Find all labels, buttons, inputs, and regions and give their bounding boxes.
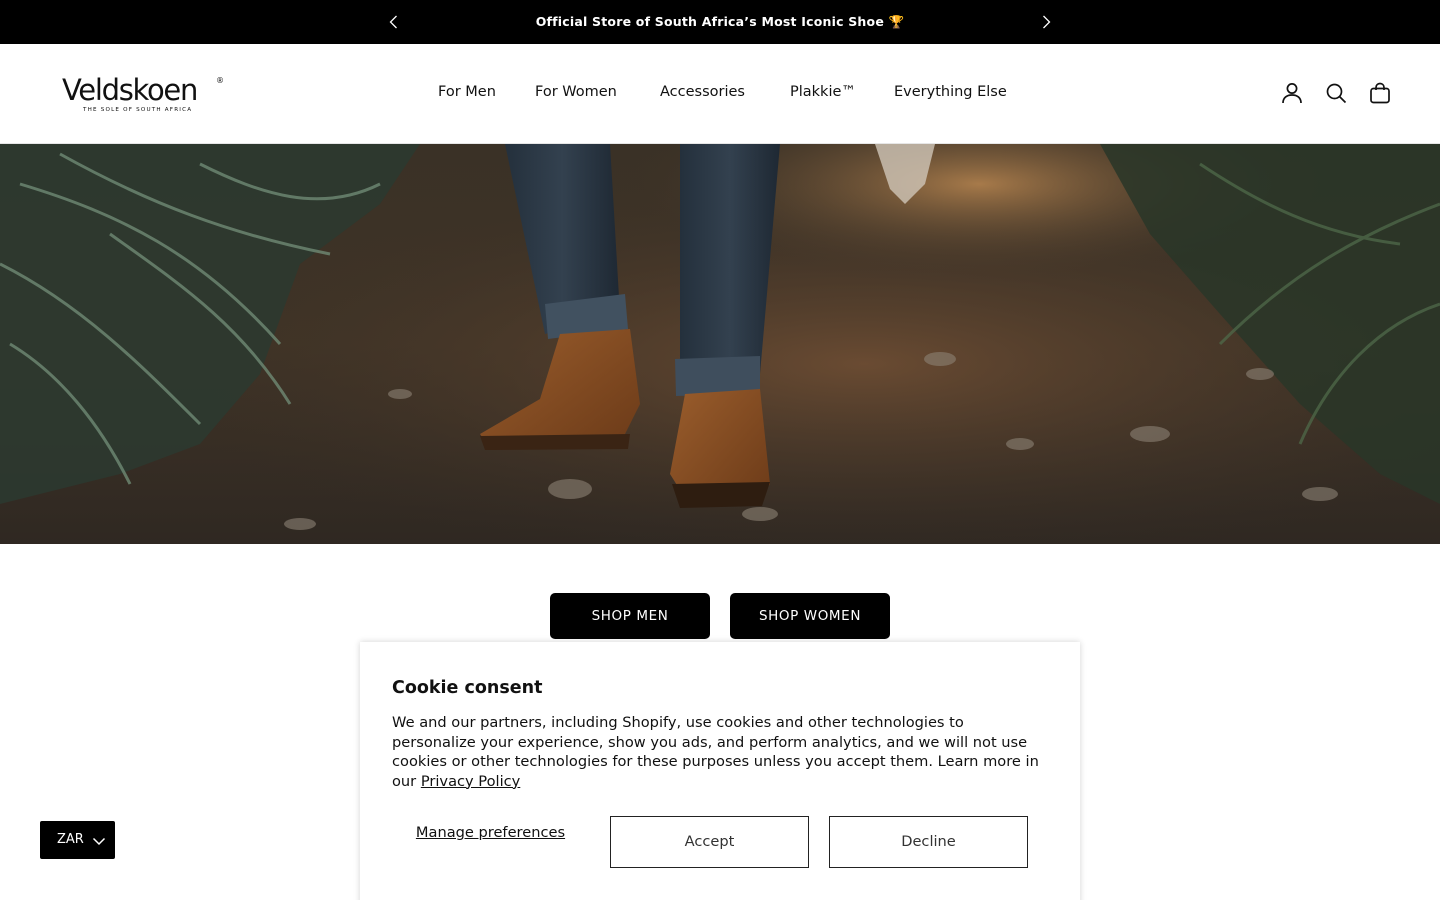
manage-preferences-link[interactable]: Manage preferences [392, 824, 589, 842]
currency-selector[interactable]: ZAR [40, 821, 115, 859]
cookie-title: Cookie consent [392, 678, 543, 698]
cookie-consent-dialog: Cookie consent We and our partners, incl… [360, 642, 1080, 900]
chevron-down-icon [92, 833, 106, 847]
chevron-right-icon[interactable] [1036, 12, 1056, 32]
account-icon[interactable] [1279, 80, 1305, 106]
accept-button[interactable]: Accept [610, 816, 809, 868]
nav-item-everything-else[interactable]: Everything Else [894, 84, 1007, 100]
nav-item-for-women[interactable]: For Women [535, 84, 617, 100]
shop-women-button[interactable]: SHOP WOMEN [730, 593, 890, 639]
announcement-text: Official Store of South Africa’s Most Ic… [535, 14, 905, 29]
currency-code: ZAR [57, 832, 84, 847]
announcement-bar: Official Store of South Africa’s Most Ic… [0, 0, 1440, 44]
nav-item-accessories[interactable]: Accessories [660, 84, 745, 100]
nav-item-for-men[interactable]: For Men [438, 84, 496, 100]
cookie-body: We and our partners, including Shopify, … [392, 713, 1052, 791]
nav-item-plakkie[interactable]: Plakkie™ [790, 84, 856, 100]
cart-bag-icon[interactable] [1367, 80, 1393, 106]
search-icon[interactable] [1323, 80, 1349, 106]
decline-button[interactable]: Decline [829, 816, 1028, 868]
brand-logo[interactable]: Veldskoen ® THE SOLE OF SOUTH AFRICA [62, 75, 232, 117]
logo-wordmark: Veldskoen [62, 73, 198, 107]
logo-registered-mark: ® [216, 76, 224, 85]
site-header: Veldskoen ® THE SOLE OF SOUTH AFRICA For… [0, 44, 1440, 144]
logo-tagline: THE SOLE OF SOUTH AFRICA [83, 107, 193, 113]
shop-men-button[interactable]: SHOP MEN [550, 593, 710, 639]
privacy-policy-link[interactable]: Privacy Policy [421, 773, 520, 790]
hero-image [0, 144, 1440, 544]
